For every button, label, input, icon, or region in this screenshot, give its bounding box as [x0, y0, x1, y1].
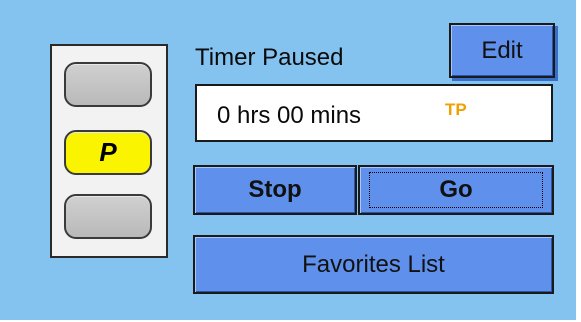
status-lamp-letter: P — [99, 137, 117, 167]
favorites-list-button[interactable]: Favorites List — [193, 235, 554, 294]
timer-panel: P Timer Paused Edit 0 hrs 00 mins TP Sto… — [0, 0, 576, 320]
stop-button-label: Stop — [248, 176, 302, 203]
edit-button-label: Edit — [481, 36, 523, 64]
stop-button[interactable]: Stop — [193, 165, 357, 215]
edit-button[interactable]: Edit — [449, 23, 555, 78]
status-lamp-paused: P — [64, 130, 152, 175]
timer-display: 0 hrs 00 mins TP — [195, 84, 553, 142]
timer-code: TP — [445, 100, 467, 119]
timer-status-label: Timer Paused — [195, 44, 344, 71]
favorites-list-label: Favorites List — [302, 250, 445, 278]
go-button[interactable]: Go — [358, 165, 554, 215]
status-light-frame: P — [50, 44, 168, 258]
status-lamp-bottom — [64, 194, 152, 239]
elapsed-time: 0 hrs 00 mins — [217, 102, 362, 129]
go-button-label: Go — [439, 176, 473, 203]
status-lamp-top — [64, 62, 152, 107]
